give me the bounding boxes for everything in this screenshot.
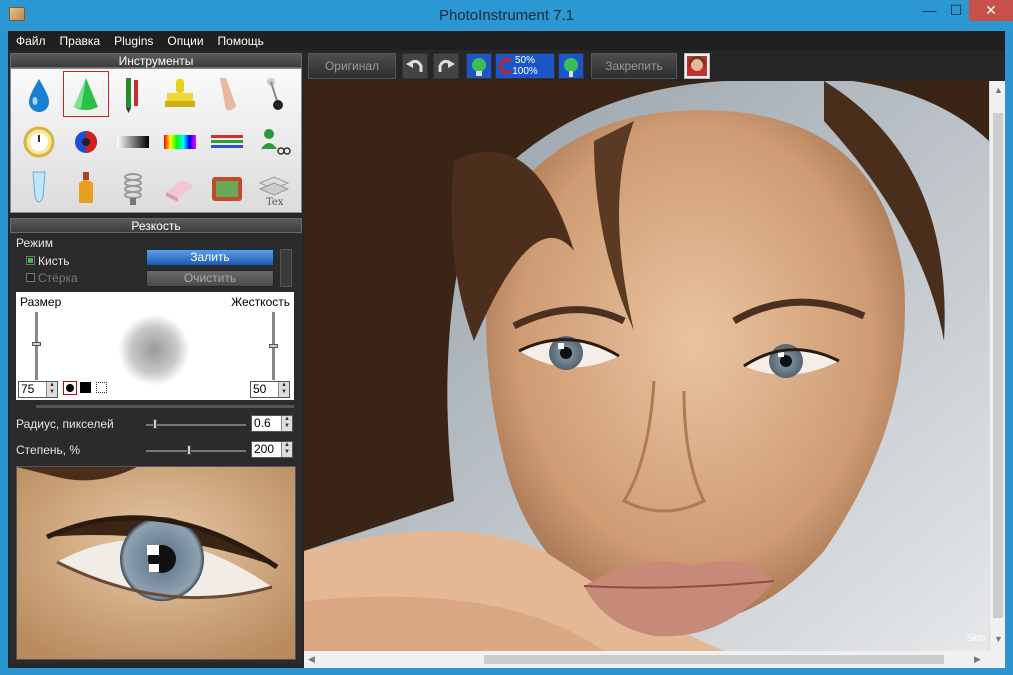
mode-label: Режим [16,236,53,250]
pin-button[interactable]: Закрепить [591,53,677,79]
menu-help[interactable]: Помощь [210,31,270,48]
eraser-label: Стёрка [38,271,78,285]
bottle-icon[interactable] [63,166,109,212]
gradient-icon[interactable] [110,119,156,165]
window-title: PhotoInstrument 7.1 [438,7,575,24]
menu-options[interactable]: Опции [159,31,209,48]
brush-round-icon[interactable] [63,381,77,395]
clear-button[interactable]: Очистить [146,270,274,287]
horizontal-scroll-thumb[interactable] [484,655,944,664]
zoom-out-icon[interactable] [466,53,492,79]
menu-bar: Файл Правка Plugins Опции Помощь [8,31,1005,50]
brush-square-icon[interactable] [80,382,91,393]
radius-slider-thumb[interactable] [153,419,157,429]
color-circle-icon[interactable] [63,119,109,165]
close-button[interactable]: ✕ [969,0,1013,21]
maximize-button[interactable]: ☐ [943,0,969,21]
horizontal-scrollbar[interactable]: ◀ ▶ [304,651,989,668]
hardness-spinbox[interactable]: 50 ▲ ▼ [250,381,290,398]
minimize-button[interactable]: — [916,0,943,21]
water-drop-icon[interactable] [16,71,62,117]
divider [36,405,294,408]
degree-label: Степень, % [16,443,81,457]
radius-label: Радиус, пикселей [16,417,114,431]
hardness-slider-thumb[interactable] [269,344,278,348]
brush-label: Кисть [38,254,70,268]
color-lines-icon[interactable] [204,119,250,165]
pin-icon[interactable] [251,71,297,117]
eraser-checkbox[interactable] [26,273,35,282]
menu-plugins[interactable]: Plugins [106,31,159,48]
original-button[interactable]: Оригинал [308,53,396,79]
tv-icon[interactable] [204,166,250,212]
user-scissors-icon[interactable] [251,119,297,165]
hardness-label: Жесткость [231,295,290,309]
tools-panel-title: Инструменты [10,53,302,68]
zoom-in-icon[interactable] [558,53,584,79]
vertical-scrollbar[interactable]: ▲ ▼ [989,81,1005,651]
brush-checkbox[interactable] [26,256,35,265]
redo-icon[interactable] [433,53,459,79]
undo-icon[interactable] [402,53,428,79]
cone-icon[interactable] [63,71,109,117]
finger-icon[interactable] [204,71,250,117]
radius-spinbox[interactable]: 0.6 ▲ ▼ [251,415,293,432]
text-layers-icon[interactable]: Tex [251,166,297,212]
portrait-thumbnail-icon[interactable] [684,53,710,79]
settings-panel-title: Резкость [10,218,302,233]
rainbow-icon[interactable] [157,119,203,165]
scroll-down-icon[interactable]: ▼ [994,634,1003,644]
degree-spinbox[interactable]: 200 ▲ ▼ [251,441,293,458]
scroll-right-icon[interactable]: ▶ [974,654,981,665]
scroll-corner [989,651,1005,668]
size-label: Размер [20,295,62,309]
spring-icon[interactable] [110,166,156,212]
title-bar: PhotoInstrument 7.1 — ☐ ✕ [0,0,1013,31]
vertical-scroll-thumb[interactable] [993,113,1003,618]
watermark-text: Skin [966,633,986,644]
svg-text:Tex: Tex [266,197,284,207]
brush-preview-box: Размер Жесткость 75 ▲ ▼ 50 ▲ ▼ [16,292,294,400]
menu-edit[interactable]: Правка [52,31,107,48]
degree-slider-thumb[interactable] [187,445,191,455]
zoom-level-button[interactable]: 50% 100% [495,53,555,79]
tools-grid: Tex [10,68,302,213]
zoom-preview [16,466,296,660]
size-spinbox[interactable]: 75 ▲ ▼ [18,381,58,398]
fill-button[interactable]: Залить [146,249,274,266]
image-canvas[interactable]: Skin [304,81,989,651]
pencil-brush-icon[interactable] [110,71,156,117]
scroll-left-icon[interactable]: ◀ [308,654,315,665]
clock-icon[interactable] [16,119,62,165]
stamp-icon[interactable] [157,71,203,117]
radius-slider-track[interactable] [146,424,246,426]
scroll-up-icon[interactable]: ▲ [994,85,1003,95]
test-tube-icon[interactable] [16,166,62,212]
zoom-arc-icon [499,58,511,74]
eraser-icon[interactable] [157,166,203,212]
brush-preview [118,314,190,386]
menu-file[interactable]: Файл [8,31,52,48]
size-slider-track[interactable] [35,312,38,380]
degree-slider-track[interactable] [146,450,246,452]
size-slider-thumb[interactable] [32,342,41,346]
brush-selection-icon[interactable] [96,382,107,393]
panel-scroll-handle[interactable] [280,249,292,287]
